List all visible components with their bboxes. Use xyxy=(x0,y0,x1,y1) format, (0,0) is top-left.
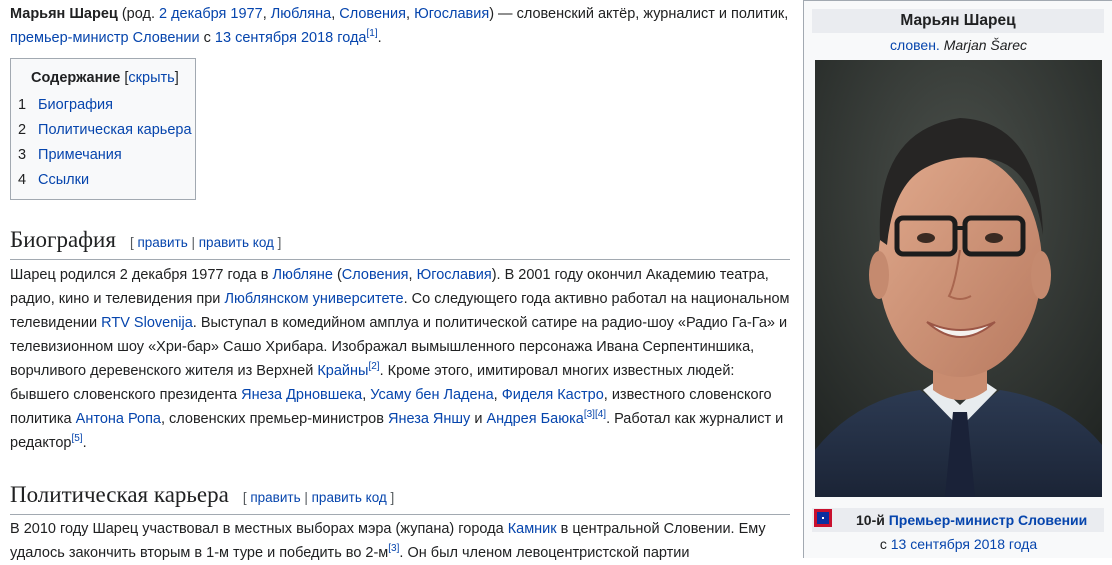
infobox-native-name: словен. Marjan Šarec xyxy=(890,37,1027,53)
link-bajuk[interactable]: Андрея Баюка xyxy=(486,411,583,427)
link-kamnik[interactable]: Камник xyxy=(508,521,557,537)
link-slovenia[interactable]: Словения xyxy=(339,6,406,22)
flag-icon xyxy=(814,509,832,527)
toc-item: 3 Примечания xyxy=(18,147,122,163)
link-drnovsek[interactable]: Янеза Дрновшека xyxy=(241,387,362,403)
portrait-image xyxy=(815,60,1102,497)
subject-name: Марьян Шарец xyxy=(10,6,118,22)
toc-list: 1 Биография 2 Политическая карьера 3 При… xyxy=(18,95,192,195)
toc-hide-link[interactable]: скрыть xyxy=(128,70,174,86)
ref-4[interactable]: [4] xyxy=(595,409,606,420)
ref-5[interactable]: [5] xyxy=(71,433,82,444)
infobox-office-header: 10-й Премьер-министр Словении xyxy=(812,508,1104,532)
edit-link[interactable]: править xyxy=(137,235,187,250)
section-edit-links: [ править | править код ] xyxy=(242,490,395,505)
link-krajna[interactable]: Крайны xyxy=(317,363,368,379)
ref-1[interactable]: [1] xyxy=(367,28,378,39)
edit-code-link[interactable]: править код xyxy=(312,490,387,505)
toc-link-political-career[interactable]: Политическая карьера xyxy=(38,122,191,138)
biography-paragraph: Шарец родился 2 декабря 1977 года в Любл… xyxy=(10,267,790,451)
ref-2[interactable]: [2] xyxy=(368,361,379,372)
link-bin-laden[interactable]: Усаму бен Ладена xyxy=(370,387,493,403)
toc-link-biography[interactable]: Биография xyxy=(38,97,113,113)
edit-link[interactable]: править xyxy=(250,490,300,505)
link-ljubljana-loc[interactable]: Любляне xyxy=(273,267,333,283)
ref-3[interactable]: [3] xyxy=(584,409,595,420)
section-heading-political-career: Политическая карьера[ править | править … xyxy=(10,481,790,515)
link-since-date[interactable]: 13 сентября 2018 года xyxy=(215,30,367,46)
link-yugoslavia[interactable]: Югославия xyxy=(414,6,489,22)
link-born-date[interactable]: 2 декабря 1977 xyxy=(159,6,263,22)
section-heading-biography: Биография[ править | править код ] xyxy=(10,226,790,260)
infobox: Марьян Шарец словен. Marjan Šarec 10-й П… xyxy=(803,0,1112,558)
link-university[interactable]: Люблянском университете xyxy=(224,291,403,307)
intro-paragraph: Марьян Шарец (род. 2 декабря 1977, Любля… xyxy=(10,6,789,46)
edit-code-link[interactable]: править код xyxy=(199,235,274,250)
link-slovenia[interactable]: Словения xyxy=(342,267,409,283)
link-term-start-date[interactable]: 13 сентября 2018 года xyxy=(891,536,1037,552)
link-castro[interactable]: Фиделя Кастро xyxy=(502,387,604,403)
link-pm-slovenia[interactable]: премьер-министр Словении xyxy=(10,30,200,46)
toc-link-links[interactable]: Ссылки xyxy=(38,172,89,188)
link-office-pm[interactable]: Премьер-министр Словении xyxy=(889,512,1088,528)
toc-header: Содержание [скрыть] xyxy=(31,70,179,86)
section-edit-links: [ править | править код ] xyxy=(129,235,282,250)
link-ljubljana[interactable]: Любляна xyxy=(271,6,331,22)
infobox-term-start: с 13 сентября 2018 года xyxy=(879,536,1038,552)
toc-item: 2 Политическая карьера xyxy=(18,122,192,138)
link-jansa[interactable]: Янеза Яншу xyxy=(388,411,470,427)
link-slovene-language[interactable]: словен. xyxy=(890,37,940,53)
link-yugoslavia[interactable]: Югославия xyxy=(417,267,492,283)
toc-item: 4 Ссылки xyxy=(18,172,90,188)
link-rop[interactable]: Антона Ропа xyxy=(76,411,161,427)
toc-link-notes[interactable]: Примечания xyxy=(38,147,122,163)
infobox-title: Марьян Шарец xyxy=(812,9,1104,33)
toc-title: Содержание xyxy=(31,70,121,86)
toc-item: 1 Биография xyxy=(18,97,114,113)
portrait-photo[interactable] xyxy=(815,60,1102,497)
table-of-contents: Содержание [скрыть] 1 Биография 2 Полити… xyxy=(10,58,196,200)
link-rtv-slovenija[interactable]: RTV Slovenija xyxy=(101,315,193,331)
ref-3[interactable]: [3] xyxy=(388,543,399,554)
